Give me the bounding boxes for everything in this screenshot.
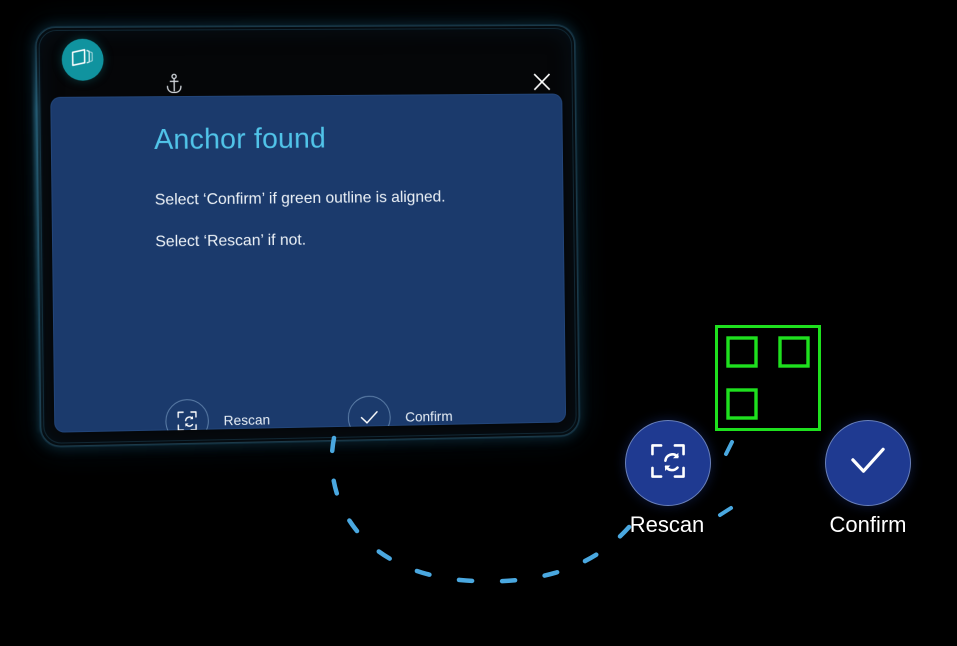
confirm-button[interactable] [825,420,911,506]
rescan-button[interactable] [625,420,711,506]
dialog-instruction-rescan: Select ‘Rescan’ if not. [155,231,307,251]
checkmark-icon [847,444,889,483]
green-anchor-outline [715,325,821,431]
dialog-rescan-button[interactable]: Rescan [165,398,270,433]
rescan-frame-refresh-icon [649,442,687,485]
dialog-title: Anchor found [153,122,327,156]
mixed-reality-scene: Anchor found Select ‘Confirm’ if green o… [0,0,957,646]
anchor-icon[interactable] [161,71,187,97]
app-badge[interactable] [61,38,104,81]
dialog-rescan-label: Rescan [223,411,271,429]
dialog-confirm-label: Confirm [405,407,453,425]
rescan-frame-refresh-icon [165,398,210,433]
hologram-panel-icon [71,47,95,72]
rescan-button-label: Rescan [629,512,705,537]
dialog-content: Anchor found Select ‘Confirm’ if green o… [50,93,567,433]
dialog-instruction-confirm: Select ‘Confirm’ if green outline is ali… [154,188,446,209]
panel-titlebar [35,25,575,97]
confirm-button-label: Confirm [829,512,907,537]
anchor-dialog-panel: Anchor found Select ‘Confirm’ if green o… [32,24,580,447]
